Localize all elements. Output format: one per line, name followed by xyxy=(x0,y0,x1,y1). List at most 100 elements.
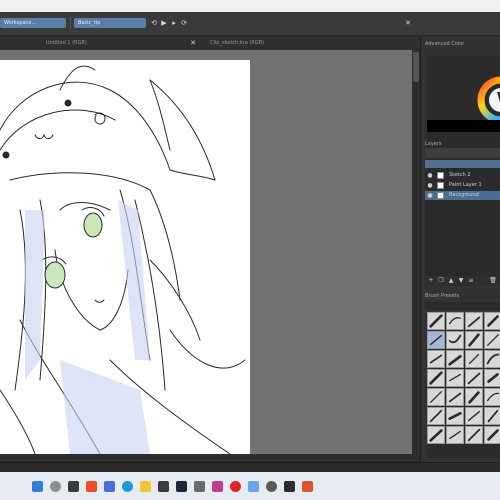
brush-preset[interactable] xyxy=(427,312,445,330)
current-color-swatch[interactable] xyxy=(427,120,500,132)
brush-stroke-icon xyxy=(430,334,442,346)
brush-preset[interactable] xyxy=(484,369,500,387)
brush-stroke-icon xyxy=(468,391,480,404)
brush-preset[interactable] xyxy=(484,407,500,425)
layer-thumbnail xyxy=(437,192,444,199)
brush-preset[interactable] xyxy=(446,426,464,444)
layers-header xyxy=(425,148,500,158)
layer-row[interactable]: ● Background xyxy=(425,191,500,200)
brush-preset[interactable] xyxy=(446,312,464,330)
brush-preset[interactable] xyxy=(446,407,464,425)
undo-icon[interactable]: ⟲ xyxy=(150,18,158,28)
brush-preset[interactable] xyxy=(465,407,483,425)
media-icon[interactable] xyxy=(284,481,295,492)
steam-icon[interactable] xyxy=(176,481,187,492)
layer-toolbar: + ❐ ▲ ▼ ≡ 🗑 xyxy=(425,276,500,286)
brush-preset[interactable] xyxy=(465,331,483,349)
explorer-icon[interactable] xyxy=(140,481,151,492)
redo-icon[interactable]: ⟳ xyxy=(180,18,188,28)
brush-preset[interactable] xyxy=(465,426,483,444)
canvas-workspace[interactable] xyxy=(0,50,412,454)
task-view-icon[interactable] xyxy=(68,481,79,492)
mail-icon[interactable] xyxy=(212,481,223,492)
document-tabs: Untitled 1 (RGB) ✕ Clip_sketch.kra (RGB) xyxy=(0,36,420,50)
brush-stroke-icon xyxy=(486,353,500,365)
color-wheel[interactable] xyxy=(427,56,500,124)
brush-stroke-icon xyxy=(429,429,443,442)
layer-thumbnail xyxy=(437,182,444,189)
layer-row[interactable]: ● Paint Layer 1 xyxy=(425,181,500,190)
gear-icon[interactable] xyxy=(266,481,277,492)
brush-preset[interactable] xyxy=(427,350,445,368)
brush-preset[interactable] xyxy=(484,331,500,349)
game-icon[interactable] xyxy=(302,481,313,492)
tab-untitled[interactable]: Untitled 1 (RGB) ✕ xyxy=(40,37,200,50)
eye-icon[interactable]: ● xyxy=(427,191,433,200)
vertical-scrollbar[interactable] xyxy=(412,50,420,454)
sketch-drawing xyxy=(0,65,246,454)
duplicate-icon[interactable]: ❐ xyxy=(437,276,445,286)
layer-name: Sketch 2 xyxy=(449,172,471,178)
krita-icon[interactable] xyxy=(248,481,259,492)
brush-preset[interactable] xyxy=(484,388,500,406)
brush-preset[interactable] xyxy=(484,350,500,368)
next-icon[interactable]: ▸ xyxy=(170,18,178,28)
close-icon[interactable]: ✕ xyxy=(190,37,196,50)
brush-preset[interactable] xyxy=(484,426,500,444)
brush-preset[interactable] xyxy=(446,388,464,406)
brush-preset[interactable] xyxy=(465,388,483,406)
brush-tag-bar[interactable] xyxy=(425,302,500,310)
tab-label: Clip_sketch.kra (RGB) xyxy=(210,40,265,46)
close-doc-icon[interactable]: ✕ xyxy=(404,18,412,28)
toolbar-separator xyxy=(70,17,71,29)
brush-presets-grid xyxy=(427,312,500,458)
edge-icon[interactable] xyxy=(122,481,133,492)
krita-window: Workspace... Basic_tip ⟲ ▶ ▸ ⟳ ✕ Untitle… xyxy=(0,0,500,500)
brush-stroke-icon xyxy=(429,409,443,423)
store-icon[interactable] xyxy=(158,481,169,492)
brush-preset[interactable] xyxy=(427,388,445,406)
brush-stroke-icon xyxy=(448,334,462,344)
search-icon[interactable] xyxy=(50,481,61,492)
play-icon[interactable]: ▶ xyxy=(160,18,168,28)
up-icon[interactable]: ▲ xyxy=(447,276,455,286)
workspace-combo[interactable]: Workspace... xyxy=(0,18,66,28)
delete-icon[interactable]: 🗑 xyxy=(489,276,497,286)
windows-icon[interactable] xyxy=(32,481,43,492)
brush-preset[interactable] xyxy=(465,350,483,368)
settings-icon[interactable] xyxy=(194,481,205,492)
brush-preset[interactable] xyxy=(427,369,445,387)
brush-preset[interactable] xyxy=(427,331,445,349)
brush-preset-combo[interactable]: Basic_tip xyxy=(74,18,146,28)
blend-mode-combo[interactable] xyxy=(425,160,500,168)
app-icon[interactable] xyxy=(104,481,115,492)
scroll-thumb[interactable] xyxy=(413,52,419,82)
horizontal-scrollbar[interactable] xyxy=(0,454,420,462)
brush-preset[interactable] xyxy=(465,312,483,330)
brush-stroke-icon xyxy=(467,372,481,385)
brush-stroke-icon xyxy=(449,430,461,440)
brush-preset[interactable] xyxy=(465,369,483,387)
brush-preset[interactable] xyxy=(446,331,464,349)
brush-stroke-icon xyxy=(429,314,443,328)
brush-preset[interactable] xyxy=(446,369,464,387)
tab-sketch[interactable]: Clip_sketch.kra (RGB) xyxy=(204,37,404,50)
eye-icon[interactable]: ● xyxy=(427,181,433,190)
red-app-icon[interactable] xyxy=(230,481,241,492)
down-icon[interactable]: ▼ xyxy=(457,276,465,286)
eye-icon[interactable]: ● xyxy=(427,171,433,180)
properties-icon[interactable]: ≡ xyxy=(467,276,475,286)
canvas-paper[interactable] xyxy=(0,60,250,454)
brush-preset[interactable] xyxy=(427,426,445,444)
brush-stroke-icon xyxy=(448,412,462,420)
layers-panel-title: Layers xyxy=(425,141,442,147)
brave-icon[interactable] xyxy=(86,481,97,492)
layer-row[interactable]: ● Sketch 2 xyxy=(425,171,500,180)
brush-preset[interactable] xyxy=(446,350,464,368)
add-icon[interactable]: + xyxy=(427,276,435,286)
brush-preset[interactable] xyxy=(427,407,445,425)
brush-stroke-icon xyxy=(467,316,481,328)
layer-name: Background xyxy=(449,192,479,198)
toolbar: Workspace... Basic_tip ⟲ ▶ ▸ ⟳ ✕ xyxy=(0,12,500,36)
brush-preset[interactable] xyxy=(484,312,500,330)
